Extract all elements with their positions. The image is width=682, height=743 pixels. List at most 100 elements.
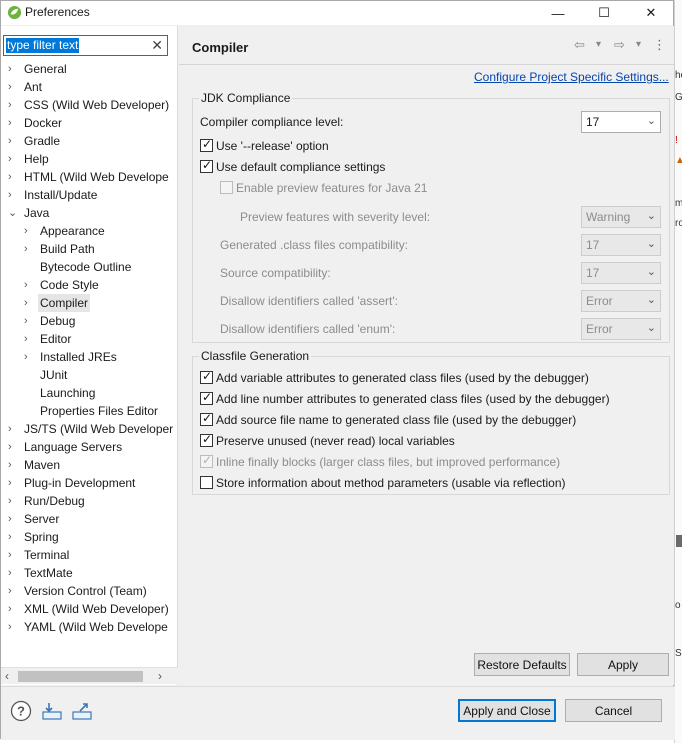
configure-project-settings-link[interactable]: Configure Project Specific Settings...	[474, 70, 669, 84]
chevron-right-icon[interactable]: ›	[8, 618, 20, 636]
tree-item-label: Launching	[40, 386, 96, 400]
chevron-right-icon[interactable]: ›	[8, 564, 20, 582]
chevron-down-icon[interactable]: ⌄	[8, 204, 20, 222]
classfile-option-label: Inline finally blocks (larger class file…	[216, 455, 561, 469]
chevron-right-icon[interactable]: ›	[8, 78, 20, 96]
forward-icon[interactable]: ⇨	[614, 37, 625, 53]
tree-item-label: Language Servers	[24, 440, 123, 454]
forward-menu-icon[interactable]: ▾	[636, 39, 641, 50]
classfile-option-label: Add variable attributes to generated cla…	[216, 371, 589, 385]
chevron-right-icon[interactable]: ›	[24, 348, 36, 366]
chevron-right-icon[interactable]: ›	[8, 474, 20, 492]
chevron-right-icon[interactable]: ›	[8, 186, 20, 204]
compliance-option-select[interactable]: Error ⌄	[581, 318, 661, 340]
compliance-option-select[interactable]: 17 ⌄	[581, 262, 661, 284]
filter-field[interactable]: type filter text ✕	[3, 35, 168, 56]
chevron-right-icon[interactable]: ›	[8, 582, 20, 600]
chevron-right-icon[interactable]: ›	[8, 132, 20, 150]
minimize-button[interactable]: —	[535, 1, 581, 25]
header-separator	[179, 64, 674, 65]
tree-item-label: Ant	[24, 80, 43, 94]
compliance-level-select[interactable]: 17 ⌄	[581, 111, 661, 133]
chevron-right-icon[interactable]: ›	[24, 294, 36, 312]
select-value: 17	[586, 266, 600, 280]
classfile-option-label: Preserve unused (never read) local varia…	[216, 434, 455, 448]
chevron-down-icon: ⌄	[646, 238, 656, 250]
apply-button[interactable]: Apply	[577, 653, 669, 676]
scroll-left-icon[interactable]: ‹	[5, 669, 9, 683]
chevron-right-icon[interactable]: ›	[8, 510, 20, 528]
svg-text:?: ?	[17, 704, 25, 719]
close-button[interactable]: ✕	[628, 1, 674, 25]
back-menu-icon[interactable]: ▾	[596, 39, 601, 50]
maximize-icon: ☐	[598, 5, 610, 20]
import-icon[interactable]	[41, 700, 63, 722]
tree-item-label: Version Control (Team)	[24, 584, 147, 598]
chevron-right-icon[interactable]: ›	[8, 168, 20, 186]
chevron-right-icon[interactable]: ›	[8, 420, 20, 438]
tree-item-label: Bytecode Outline	[40, 260, 132, 274]
classfile-option-checkbox[interactable]: ✓	[200, 390, 213, 405]
select-value: Error	[586, 294, 613, 308]
compliance-level-label: Compiler compliance level:	[200, 115, 344, 129]
chevron-right-icon[interactable]: ›	[8, 438, 20, 456]
compliance-option-select[interactable]: Warning ⌄	[581, 206, 661, 228]
chevron-right-icon[interactable]: ›	[8, 456, 20, 474]
enable-preview-checkbox[interactable]	[220, 181, 233, 194]
chevron-right-icon[interactable]: ›	[8, 528, 20, 546]
horizontal-scrollbar[interactable]: ‹ ›	[1, 667, 178, 684]
restore-defaults-button[interactable]: Restore Defaults	[474, 653, 570, 676]
chevron-right-icon[interactable]: ›	[24, 330, 36, 348]
scroll-right-icon[interactable]: ›	[158, 669, 162, 683]
more-icon[interactable]: ⋮	[653, 37, 666, 53]
compliance-option-select[interactable]: 17 ⌄	[581, 234, 661, 256]
classfile-option-checkbox[interactable]: ✓	[200, 453, 213, 468]
chevron-right-icon[interactable]: ›	[24, 312, 36, 330]
tree-item-label: Docker	[24, 116, 63, 130]
chevron-right-icon[interactable]: ›	[8, 150, 20, 168]
use-release-checkbox[interactable]: ✓	[200, 137, 213, 152]
scrollbar-thumb[interactable]	[18, 671, 143, 682]
chevron-right-icon[interactable]: ›	[24, 222, 36, 240]
clear-filter-icon[interactable]: ✕	[151, 37, 163, 54]
enable-preview-label: Enable preview features for Java 21	[236, 181, 428, 195]
checkmark-icon: ✓	[202, 137, 213, 151]
tree-item-label: Server	[24, 512, 60, 526]
maximize-button[interactable]: ☐	[581, 1, 627, 25]
jdk-compliance-group: JDK Compliance Compiler compliance level…	[192, 91, 670, 343]
classfile-option-checkbox[interactable]: ✓	[200, 369, 213, 384]
chevron-right-icon[interactable]: ›	[24, 276, 36, 294]
chevron-right-icon[interactable]: ›	[8, 96, 20, 114]
chevron-right-icon[interactable]: ›	[8, 492, 20, 510]
tree-item-label: Terminal	[24, 548, 70, 562]
tree-item-label: Maven	[24, 458, 61, 472]
preference-tree: › General › Ant › CSS (Wild Web Developer) › Do…	[1, 60, 178, 660]
apply-and-close-button[interactable]: Apply and Close	[458, 699, 556, 722]
tree-item-label: General	[24, 62, 67, 76]
compliance-option-select[interactable]: Error ⌄	[581, 290, 661, 312]
cancel-button[interactable]: Cancel	[565, 699, 662, 722]
select-value: Warning	[586, 210, 631, 224]
use-default-compliance-label: Use default compliance settings	[216, 160, 386, 174]
use-default-compliance-checkbox[interactable]: ✓	[200, 158, 213, 173]
dialog-button-bar: ? Apply and Close Cancel	[1, 686, 675, 740]
classfile-option-checkbox[interactable]: ✓	[200, 411, 213, 426]
compliance-option-label: Preview features with severity level:	[240, 210, 431, 224]
checkmark-icon: ✓	[202, 390, 213, 404]
spring-tool-suite-logo	[7, 5, 22, 20]
chevron-right-icon[interactable]: ›	[8, 114, 20, 132]
classfile-option-checkbox[interactable]	[200, 476, 213, 489]
chevron-right-icon[interactable]: ›	[8, 546, 20, 564]
tree-item-label: Install/Update	[24, 188, 98, 202]
chevron-right-icon[interactable]: ›	[8, 600, 20, 618]
export-icon[interactable]	[71, 700, 93, 722]
classfile-option-checkbox[interactable]: ✓	[200, 432, 213, 447]
tree-item-label: Editor	[40, 332, 72, 346]
help-icon[interactable]: ?	[10, 700, 32, 722]
chevron-right-icon[interactable]: ›	[24, 240, 36, 258]
select-value: 17	[586, 238, 600, 252]
compliance-option-label: Generated .class files compatibility:	[220, 238, 409, 252]
chevron-right-icon[interactable]: ›	[8, 60, 20, 78]
back-icon[interactable]: ⇦	[574, 37, 585, 53]
page-title: Compiler	[192, 40, 249, 55]
